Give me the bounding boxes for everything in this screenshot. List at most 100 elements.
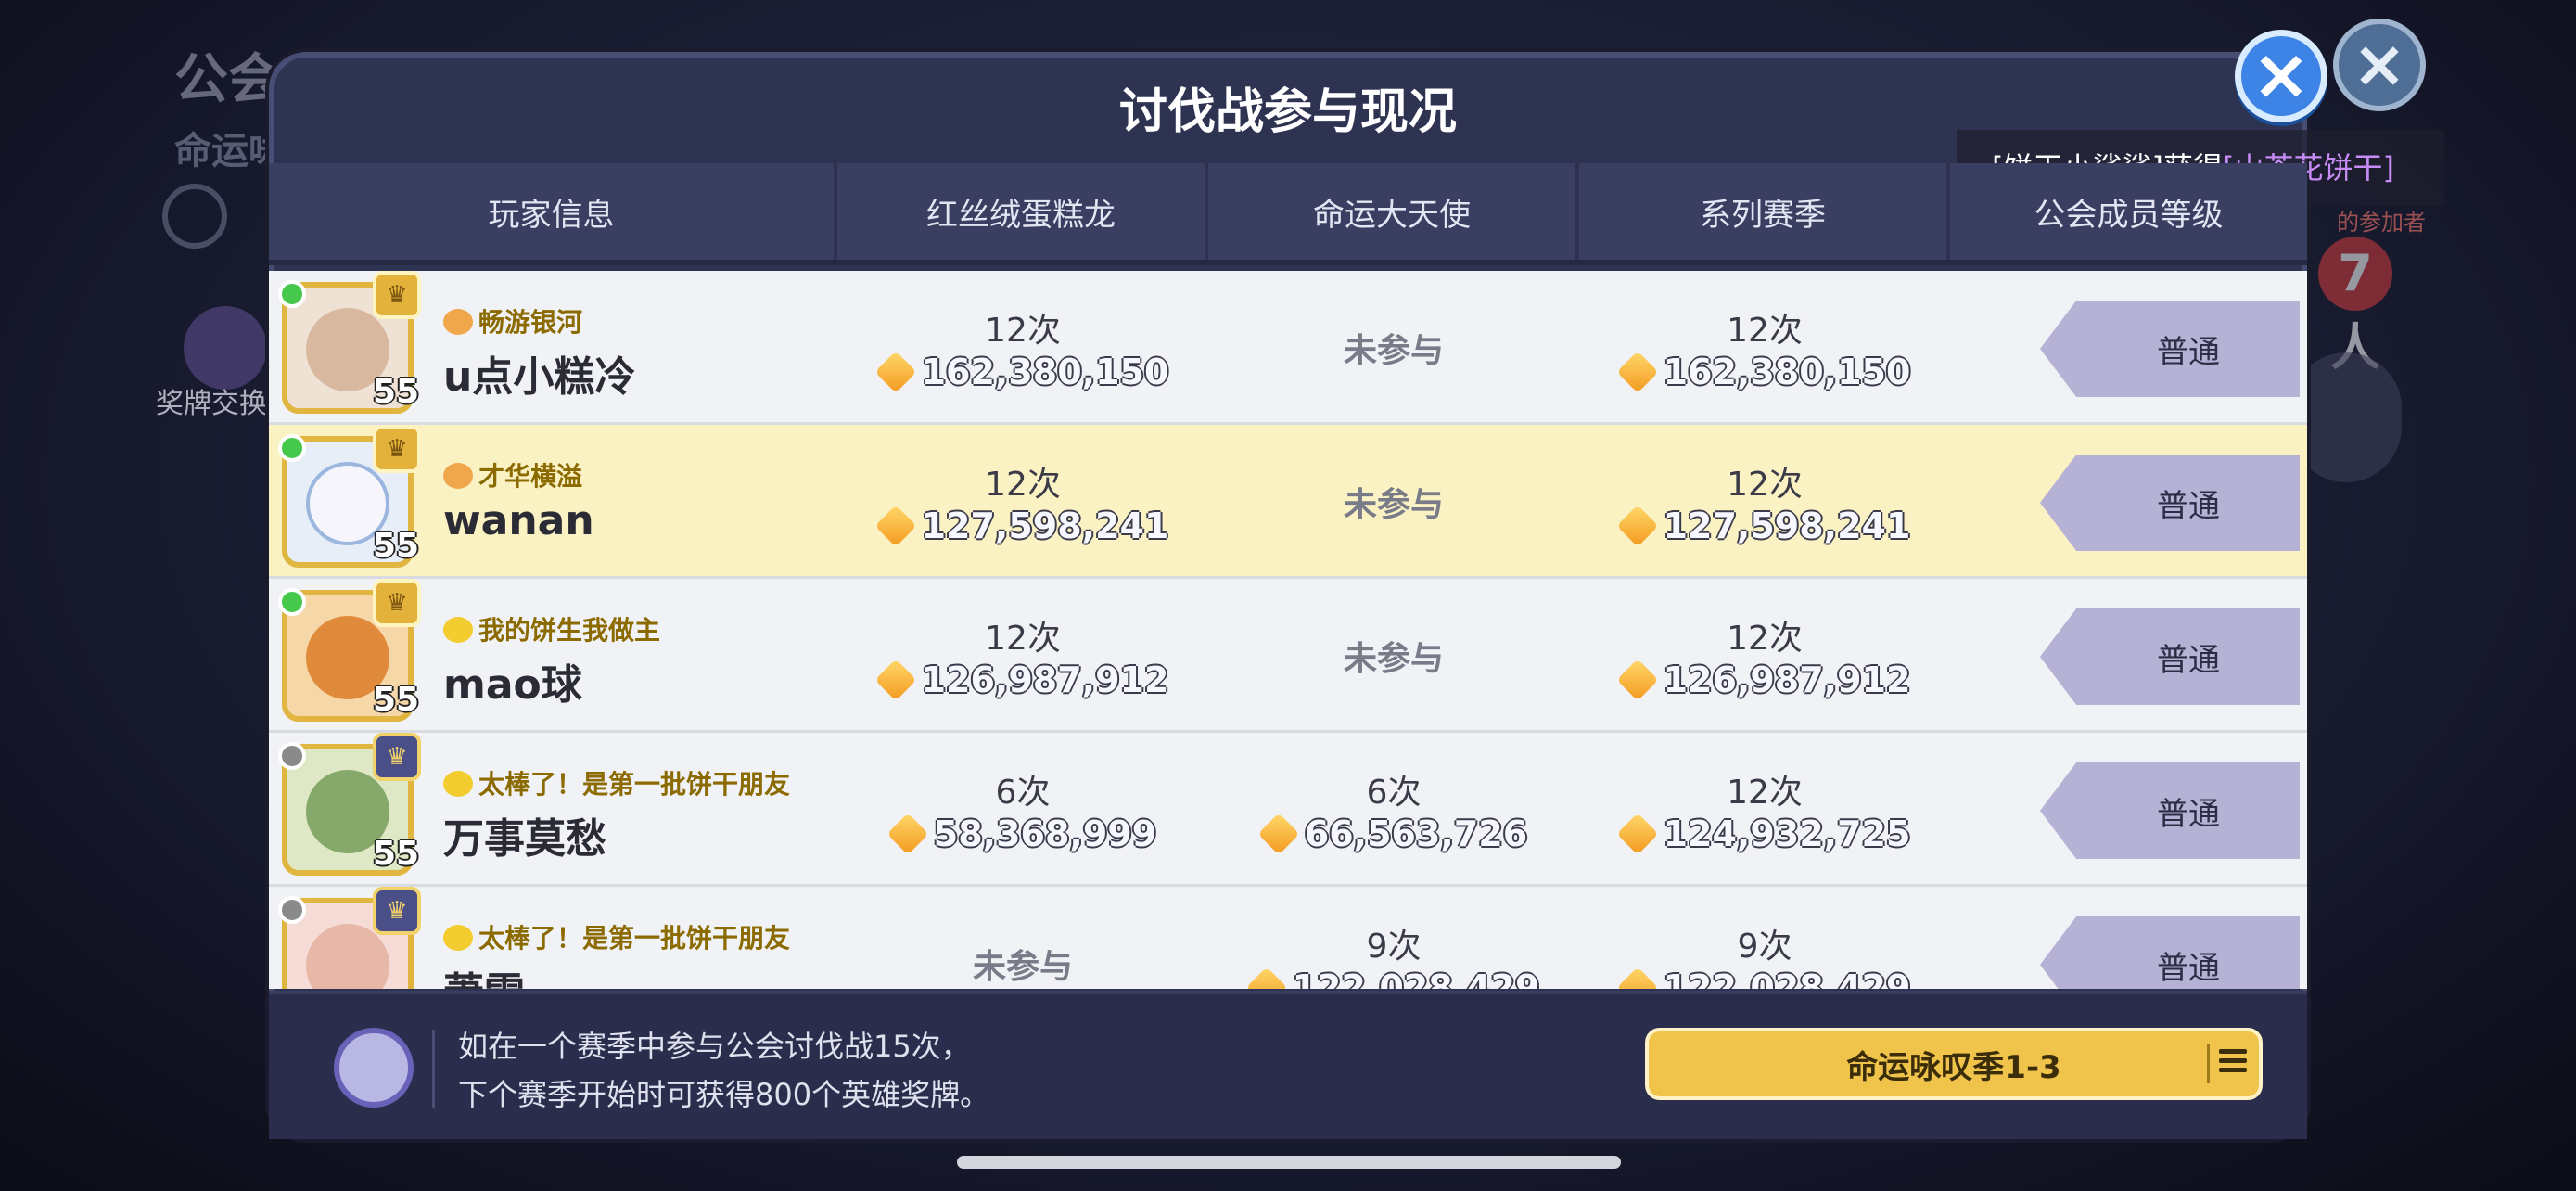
home-indicator[interactable] xyxy=(957,1156,1621,1169)
table-row[interactable]: ♛ 55 我的饼生我做主 mao球 12次 126,987,912 未参与 12… xyxy=(269,579,2307,733)
angel-score: 122,028,429 xyxy=(1244,967,1539,989)
player-level: 55 xyxy=(373,681,420,719)
season-score-value: 126,987,912 xyxy=(1663,660,1911,700)
reward-info: 如在一个赛季中参与公会讨伐战15次， 下个赛季开始时可获得800个英雄奖牌。 xyxy=(458,1022,989,1119)
angel-cell: 9次 122,028,429 xyxy=(1208,887,1579,989)
player-name: u点小糕冷 xyxy=(443,353,636,401)
dragon-not-joined: 未参与 xyxy=(972,948,1073,986)
title-icon xyxy=(443,925,473,951)
damage-icon xyxy=(1615,505,1659,547)
damage-icon xyxy=(1615,813,1659,855)
season-score: 126,987,912 xyxy=(1615,659,1911,701)
close-button[interactable]: × xyxy=(2235,30,2327,122)
guild-rank-icon: ♛ xyxy=(373,733,421,781)
column-header-dragon: 红丝绒蛋糕龙 xyxy=(837,163,1208,260)
angel-cell: 未参与 xyxy=(1208,271,1579,425)
season-score-value: 124,932,725 xyxy=(1663,813,1911,854)
member-grade-tag: 普通 xyxy=(2040,762,2300,859)
season-select-button[interactable]: 命运咏叹季1-3 xyxy=(1645,1028,2263,1100)
title-icon xyxy=(443,617,473,643)
offline-status-icon xyxy=(278,742,306,770)
season-cell: 12次 126,987,912 xyxy=(1579,579,1950,733)
season-cell: 12次 127,598,241 xyxy=(1579,425,1950,579)
table-row[interactable]: ♛ 55 太棒了！是第一批饼干朋友 万事莫愁 6次 58,368,999 6次 … xyxy=(269,733,2307,887)
damage-icon xyxy=(1244,967,1288,989)
clock-icon xyxy=(162,184,227,249)
dragon-score: 162,380,150 xyxy=(874,351,1168,393)
dragon-cell: 未参与 xyxy=(837,887,1208,989)
angel-count: 6次 xyxy=(1366,774,1422,812)
member-grade-tag: 普通 xyxy=(2040,608,2300,705)
season-score: 127,598,241 xyxy=(1615,505,1911,547)
table-row[interactable]: ♛ 太棒了！是第一批饼干朋友 萧雪 未参与 9次 122,028,429 9次 … xyxy=(269,887,2307,989)
player-title-text: 我的饼生我做主 xyxy=(478,615,661,646)
table-header: 玩家信息 红丝绒蛋糕龙 命运大天使 系列赛季 公会成员等级 xyxy=(269,163,2307,265)
column-header-season: 系列赛季 xyxy=(1579,163,1950,260)
player-title: 才华横溢 xyxy=(443,456,582,493)
season-count: 12次 xyxy=(1727,774,1803,812)
player-name: 万事莫愁 xyxy=(443,815,606,863)
angel-cell: 未参与 xyxy=(1208,579,1579,733)
menu-icon xyxy=(2207,1044,2247,1083)
damage-icon xyxy=(1615,967,1659,989)
season-count: 12次 xyxy=(1727,466,1803,504)
player-title: 畅游银河 xyxy=(443,302,582,339)
column-header-grade: 公会成员等级 xyxy=(2034,196,2224,234)
participants-count: 7人 xyxy=(2318,237,2392,377)
player-name: wanan xyxy=(443,497,594,544)
offline-status-icon xyxy=(278,896,306,924)
guild-rank-icon: ♛ xyxy=(373,579,421,627)
medal-icon xyxy=(184,306,267,390)
angel-cell: 6次 66,563,726 xyxy=(1208,733,1579,887)
dragon-cell: 6次 58,368,999 xyxy=(837,733,1208,887)
player-title: 太棒了！是第一批饼干朋友 xyxy=(443,764,790,801)
dragon-cell: 12次 126,987,912 xyxy=(837,579,1208,733)
dragon-count: 12次 xyxy=(985,466,1061,504)
guild-rank-icon: ♛ xyxy=(373,425,421,473)
player-title-text: 才华横溢 xyxy=(478,461,583,492)
season-score-value: 162,380,150 xyxy=(1663,352,1911,392)
title-icon xyxy=(443,463,473,489)
damage-icon xyxy=(1615,351,1659,393)
modal-footer: 如在一个赛季中参与公会讨伐战15次， 下个赛季开始时可获得800个英雄奖牌。 命… xyxy=(269,991,2307,1139)
player-title-text: 畅游银河 xyxy=(478,307,583,338)
dragon-cell: 12次 162,380,150 xyxy=(837,271,1208,425)
medal-exchange-label: 奖牌交换 xyxy=(156,388,267,420)
season-count: 12次 xyxy=(1727,312,1803,350)
dragon-count: 12次 xyxy=(985,620,1061,658)
damage-icon xyxy=(886,813,929,855)
season-score-value: 122,028,429 xyxy=(1663,967,1911,989)
season-cell: 12次 162,380,150 xyxy=(1579,271,1950,425)
angel-count: 9次 xyxy=(1366,928,1422,966)
angel-cell: 未参与 xyxy=(1208,425,1579,579)
damage-icon xyxy=(1257,813,1300,855)
dragon-count: 12次 xyxy=(985,312,1061,350)
season-score-value: 127,598,241 xyxy=(1663,506,1911,546)
reward-info-line-2: 下个赛季开始时可获得800个英雄奖牌。 xyxy=(458,1077,990,1112)
angel-not-joined: 未参与 xyxy=(1343,486,1444,524)
background-close-icon[interactable]: × xyxy=(2333,19,2426,111)
season-cell: 9次 122,028,429 xyxy=(1579,887,1950,989)
player-name: 萧雪 xyxy=(443,959,525,989)
guild-rank-icon: ♛ xyxy=(373,271,421,319)
table-row[interactable]: ♛ 55 才华横溢 wanan 12次 127,598,241 未参与 12次 … xyxy=(269,425,2307,579)
title-icon xyxy=(443,771,473,797)
dragon-score: 127,598,241 xyxy=(874,505,1168,547)
reward-info-line-1: 如在一个赛季中参与公会讨伐战15次， xyxy=(458,1029,971,1064)
damage-icon xyxy=(1615,659,1659,701)
table-row[interactable]: ♛ 55 畅游银河 u点小糕冷 12次 162,380,150 未参与 12次 … xyxy=(269,271,2307,425)
player-level: 55 xyxy=(373,527,420,565)
dragon-score-value: 126,987,912 xyxy=(921,660,1169,700)
angel-score-value: 66,563,726 xyxy=(1304,813,1528,854)
player-title-text: 太棒了！是第一批饼干朋友 xyxy=(478,769,791,800)
damage-icon xyxy=(874,351,917,393)
player-title: 我的饼生我做主 xyxy=(443,610,660,647)
footer-divider xyxy=(432,1030,435,1108)
player-level: 55 xyxy=(373,835,420,873)
dragon-score: 126,987,912 xyxy=(874,659,1169,701)
player-title-text: 太棒了！是第一批饼干朋友 xyxy=(478,923,791,954)
season-score: 162,380,150 xyxy=(1615,351,1911,393)
dragon-score-value: 58,368,999 xyxy=(933,813,1157,854)
angel-not-joined: 未参与 xyxy=(1343,332,1444,370)
participant-list[interactable]: ♛ 55 畅游银河 u点小糕冷 12次 162,380,150 未参与 12次 … xyxy=(269,271,2307,989)
